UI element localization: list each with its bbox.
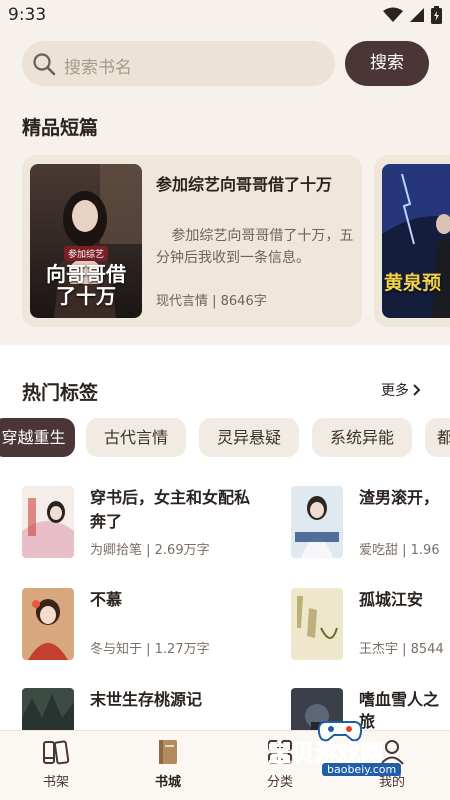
book-meta: 冬与知于 | 1.27万字 (90, 642, 210, 657)
list-item[interactable]: 嗜血雪人之 旅 (291, 688, 450, 730)
book-meta: 爱吃甜 | 1.96 (359, 543, 440, 558)
book-cover (22, 688, 74, 730)
battery-icon (431, 6, 442, 24)
tag-chip[interactable]: 都 (425, 418, 450, 457)
tag-chip[interactable]: 古代言情 (86, 418, 186, 457)
book-title: 嗜血雪人之 (359, 690, 440, 709)
featured-book-cover-2: 黄泉预 (382, 164, 450, 318)
tag-chip[interactable]: 穿越重生 (0, 418, 75, 457)
hot-tags-title: 热门标签 (22, 382, 99, 404)
book-title: 孤城江安 (359, 590, 424, 609)
wifi-icon (383, 7, 403, 22)
status-bar: 9:33 (0, 0, 450, 30)
featured-book-card[interactable]: 参加综艺 向哥哥借了十万 参加综艺向哥哥借了十万 参加综艺向哥哥借了十万，五分钟… (22, 155, 362, 327)
book-title: 穿书后，女主和女配私 (90, 488, 251, 507)
watermark: 宝贝游戏网 baobeiy.com (262, 721, 422, 780)
book-meta: 为卿拾笔 | 2.69万字 (90, 543, 210, 558)
book-title: 末世生存桃源记 (90, 690, 203, 709)
nav-bookstore[interactable]: 书城 (138, 737, 198, 790)
list-item[interactable]: 不慕 冬与知于 | 1.27万字 (22, 588, 272, 660)
search-icon (33, 53, 56, 76)
search-input[interactable]: 搜索书名 (22, 41, 335, 86)
search-placeholder: 搜索书名 (64, 58, 132, 78)
cover-text-big: 向哥哥借了十万 (46, 262, 126, 308)
tag-chip[interactable]: 系统异能 (312, 418, 412, 457)
tag-chip[interactable]: 灵异悬疑 (199, 418, 299, 457)
nav-bookshelf[interactable]: 书架 (26, 737, 86, 790)
book-title: 渣男滚开， (359, 488, 440, 507)
chevron-right-icon (413, 384, 421, 396)
list-item[interactable]: 渣男滚开， 爱吃甜 | 1.96 (291, 486, 450, 558)
featured-book-card-2[interactable]: 黄泉预 (374, 155, 450, 327)
list-item[interactable]: 穿书后，女主和女配私 奔了 为卿拾笔 | 2.69万字 (22, 486, 272, 558)
cover2-text: 黄泉预 (384, 272, 442, 294)
book-cover (291, 486, 343, 558)
cover-text-small: 参加综艺 (63, 246, 108, 261)
book-cover (22, 588, 74, 660)
nav-label: 书城 (154, 775, 181, 790)
book-cover (22, 486, 74, 558)
nav-label: 书架 (42, 775, 69, 790)
more-link[interactable]: 更多 (381, 380, 422, 400)
featured-book-meta: 现代言情 | 8646字 (156, 294, 267, 309)
featured-book-description: 参加综艺向哥哥借了十万，五分钟后我收到一条信息。 (156, 228, 354, 266)
featured-book-title: 参加综艺向哥哥借了十万 (156, 175, 333, 194)
book-icon (159, 740, 177, 764)
book-title-line2: 奔了 (90, 512, 123, 531)
status-time: 9:33 (8, 5, 47, 25)
watermark-url: baobeiy.com (322, 763, 402, 776)
list-item[interactable]: 末世生存桃源记 (22, 688, 272, 730)
status-icons (383, 6, 442, 24)
book-title: 不慕 (90, 590, 123, 609)
book-cover (291, 588, 343, 660)
featured-section-title: 精品短篇 (22, 117, 99, 139)
list-item[interactable]: 孤城江安 王杰宇 | 8544 (291, 588, 450, 660)
more-label: 更多 (381, 383, 409, 399)
signal-icon (410, 8, 424, 22)
featured-book-cover: 参加综艺 向哥哥借了十万 (30, 164, 142, 318)
search-button[interactable]: 搜索 (345, 41, 429, 86)
book-meta: 王杰宇 | 8544 (359, 642, 444, 657)
bookshelf-icon (43, 740, 70, 765)
